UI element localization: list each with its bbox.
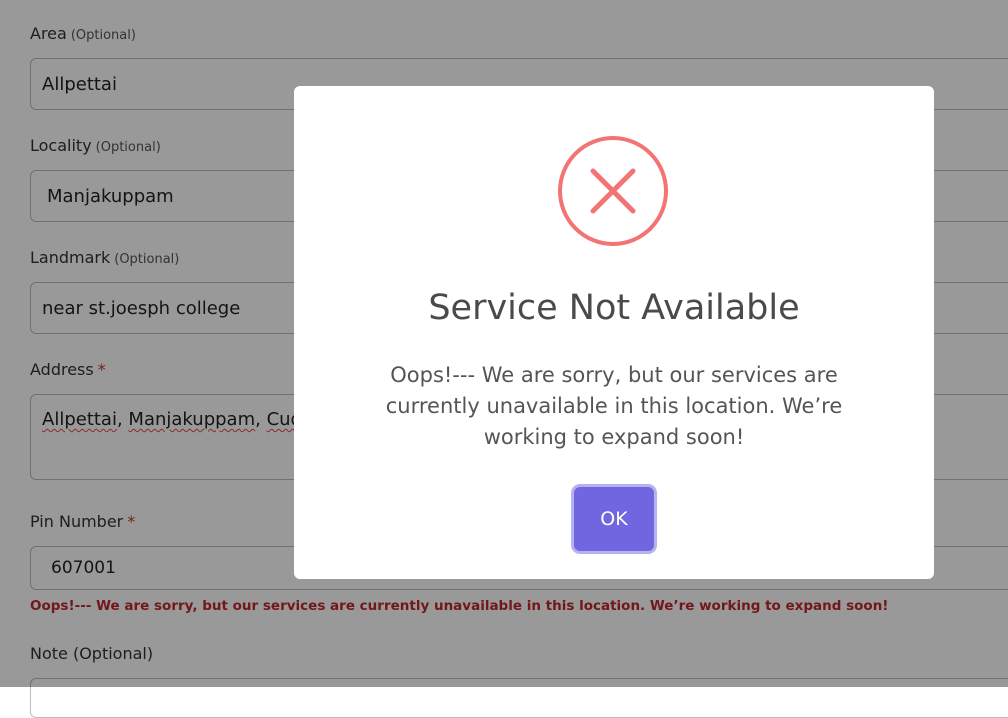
service-unavailable-dialog: Service Not Available Oops!--- We are so… (294, 86, 934, 579)
dialog-title: Service Not Available (428, 288, 800, 328)
error-x-icon (558, 136, 668, 246)
ok-button[interactable]: OK (574, 487, 654, 551)
dialog-message: Oops!--- We are sorry, but our services … (385, 363, 843, 449)
